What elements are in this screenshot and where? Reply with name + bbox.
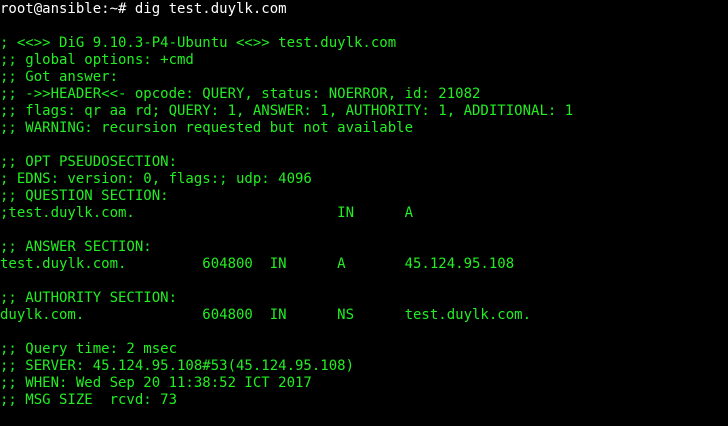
output-line: ;test.duylk.com. IN A bbox=[0, 205, 414, 221]
terminal-window[interactable]: root@ansible:~# dig test.duylk.com ; <<>… bbox=[0, 0, 728, 420]
output-line: ;; Query time: 2 msec bbox=[0, 341, 178, 357]
output-line: ;; Got answer: bbox=[0, 69, 119, 85]
output-line: ;; QUESTION SECTION: bbox=[0, 188, 169, 204]
output-line: ;; flags: qr aa rd; QUERY: 1, ANSWER: 1,… bbox=[0, 103, 574, 119]
output-line: ;; global options: +cmd bbox=[0, 52, 194, 68]
output-line: ;; OPT PSEUDOSECTION: bbox=[0, 154, 178, 170]
output-line: ;; AUTHORITY SECTION: bbox=[0, 290, 178, 306]
output-line: ;; WARNING: recursion requested but not … bbox=[0, 120, 414, 136]
command-prompt-line: root@ansible:~# dig test.duylk.com bbox=[0, 1, 287, 17]
output-line: ;; ANSWER SECTION: bbox=[0, 239, 152, 255]
output-line: ;; MSG SIZE rcvd: 73 bbox=[0, 392, 178, 408]
output-line: duylk.com. 604800 IN NS test.duylk.com. bbox=[0, 307, 532, 323]
output-line: test.duylk.com. 604800 IN A 45.124.95.10… bbox=[0, 256, 515, 272]
output-line: ;; ->>HEADER<<- opcode: QUERY, status: N… bbox=[0, 86, 481, 102]
output-line: ; EDNS: version: 0, flags:; udp: 4096 bbox=[0, 171, 312, 187]
output-line: ; <<>> DiG 9.10.3-P4-Ubuntu <<>> test.du… bbox=[0, 35, 397, 51]
output-line: ;; SERVER: 45.124.95.108#53(45.124.95.10… bbox=[0, 358, 355, 374]
output-line: ;; WHEN: Wed Sep 20 11:38:52 ICT 2017 bbox=[0, 375, 312, 391]
